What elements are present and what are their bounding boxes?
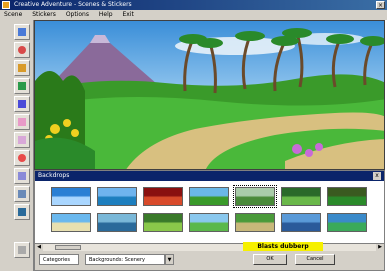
tropical-scene-illustration [35,21,384,169]
category-select[interactable]: Backgrounds: Scenery [85,254,165,265]
window-title: Creative Adventure - Scenes & Stickers [14,1,132,8]
app-icon [2,1,10,9]
backdrop-thumbnail-red-rock[interactable] [143,187,183,206]
backdrop-thumbnail-beach[interactable] [51,213,91,232]
undo-tool-button[interactable] [14,186,30,202]
backdrop-thumbnail-jungle[interactable] [281,187,321,206]
backdrop-thumbnail-river[interactable] [97,213,137,232]
eraser-tool-button[interactable] [14,114,30,130]
stamp-tool-icon [18,82,26,90]
backdrop-thumbnail-hills[interactable] [189,213,229,232]
sound-tool-button[interactable] [14,132,30,148]
backdrop-thumbnail-meadow[interactable] [189,187,229,206]
sticker-tool-icon [18,46,26,54]
backdrop-thumbnail-field[interactable] [233,185,277,208]
backdrops-panel: Backdrops x ◀ ▶ Blasts dubberp Categorie… [34,170,385,271]
thumbnail-scrollbar[interactable]: ◀ ▶ [35,243,384,251]
backdrop-thumbnail-ocean[interactable] [97,187,137,206]
menu-options[interactable]: Options [62,10,93,20]
sticker-tool-button[interactable] [14,42,30,58]
menu-scene[interactable]: Scene [0,10,26,20]
scroll-left-icon[interactable]: ◀ [35,244,43,251]
title-bar: Creative Adventure - Scenes & Stickers × [0,0,387,10]
backdrops-title: Backdrops [38,172,70,179]
backdrop-thumbnail-tropical[interactable] [327,213,367,232]
scene-tool-icon [18,28,26,36]
text-tool-button[interactable] [14,96,30,112]
categories-tab[interactable]: Categories [39,254,79,265]
scroll-right-icon[interactable]: ▶ [376,244,384,251]
paint-tool-icon [18,64,26,72]
backdrops-header: Backdrops x [35,171,384,181]
stamp-tool-button[interactable] [14,78,30,94]
backdrop-thumbnail-sky[interactable] [51,187,91,206]
backdrop-thumbnail-grass[interactable] [143,213,183,232]
print-tool-button[interactable] [14,204,30,220]
backdrops-bottom-bar: Categories Backgrounds: Scenery ▼ OK Can… [35,251,384,270]
exit-tool-button[interactable] [14,242,30,258]
scene-canvas[interactable] [34,20,385,170]
tool-sidebar [0,20,34,271]
menu-exit[interactable]: Exit [119,10,138,20]
window-close-button[interactable]: × [376,1,385,9]
color-tool-icon [18,154,26,162]
selected-backdrop-label: Blasts dubberp [243,242,323,251]
backdrops-close-button[interactable]: x [373,172,381,180]
backdrop-thumbnail-lake[interactable] [281,213,321,232]
shape-tool-icon [18,172,26,180]
menu-stickers[interactable]: Stickers [28,10,60,20]
backdrop-thumbnail-grid [35,181,384,243]
eraser-tool-icon [18,118,26,126]
backdrop-thumbnail-forest[interactable] [327,187,367,206]
color-tool-button[interactable] [14,150,30,166]
menu-bar: Scene Stickers Options Help Exit [0,10,387,20]
scene-tool-button[interactable] [14,24,30,40]
scroll-thumb[interactable] [55,245,81,250]
sound-tool-icon [18,136,26,144]
paint-tool-button[interactable] [14,60,30,76]
undo-tool-icon [18,190,26,198]
backdrop-thumbnail-path[interactable] [235,213,275,232]
cancel-button[interactable]: Cancel [295,254,335,265]
exit-tool-icon [18,246,26,254]
menu-help[interactable]: Help [95,10,117,20]
print-tool-icon [18,208,26,216]
chevron-down-icon[interactable]: ▼ [165,254,174,265]
text-tool-icon [18,100,26,108]
ok-button[interactable]: OK [253,254,287,265]
shape-tool-button[interactable] [14,168,30,184]
